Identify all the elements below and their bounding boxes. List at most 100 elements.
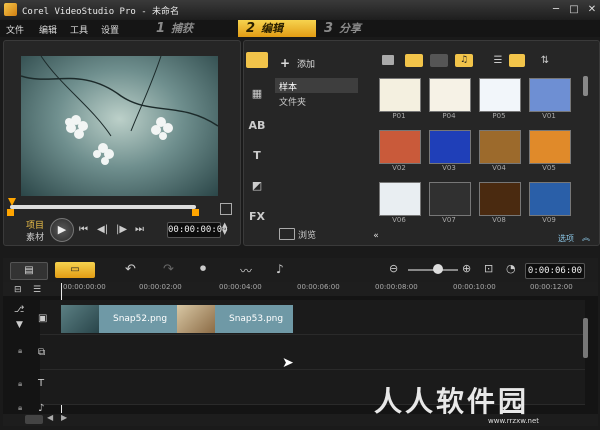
zoom-slider-thumb[interactable] [433, 264, 443, 274]
options-button[interactable]: 选项 [558, 233, 574, 244]
media-thumb-4[interactable]: V01 [529, 78, 571, 120]
next-frame-icon[interactable]: |▶ [116, 224, 127, 235]
library-scrollbar[interactable] [583, 76, 588, 96]
record-capture-icon[interactable]: ⏺ [200, 261, 206, 276]
media-thumb-6[interactable]: V03 [429, 130, 471, 172]
browse-icon[interactable] [279, 228, 295, 240]
media-thumb-3[interactable]: P05 [479, 78, 521, 120]
overlay-track[interactable] [40, 335, 585, 370]
watermark-url: www.rrzxw.net [488, 417, 540, 425]
watermark-text: 人人软件园 [374, 385, 530, 418]
menu-settings[interactable]: 设置 [101, 23, 119, 36]
timeline-scrollbar[interactable] [583, 318, 588, 358]
media-thumb-12[interactable]: V09 [529, 182, 571, 224]
show-audio-icon[interactable]: ♫ [455, 54, 473, 67]
clip-label: Snap53.png [229, 314, 284, 324]
track-manager-icon[interactable]: ⊟ [14, 285, 22, 295]
tab-share[interactable]: 3 分享 [324, 20, 404, 37]
window-title: Corel VideoStudio Pro - 未命名 [22, 7, 180, 17]
preview-image [21, 56, 218, 165]
filter-fx-icon[interactable]: FX [248, 209, 266, 225]
close-button[interactable]: ✕ [584, 4, 600, 16]
storyboard-view-icon[interactable]: ▤ [10, 262, 48, 280]
title-category-icon[interactable]: T [248, 148, 266, 164]
add-folder-label[interactable]: 添加 [297, 57, 315, 70]
scroll-right-icon[interactable]: ▶ [61, 413, 67, 422]
sound-mixer-icon[interactable]: 〰 [240, 262, 252, 279]
trim-out-handle[interactable] [192, 209, 199, 216]
media-thumb-5[interactable]: V02 [379, 130, 421, 172]
timeline-clip-1[interactable]: Snap52.png [99, 305, 177, 333]
zoom-in-icon[interactable]: ⊕ [462, 262, 471, 275]
media-thumb-8[interactable]: V05 [529, 130, 571, 172]
add-icon[interactable]: + [280, 56, 290, 70]
menu-tools[interactable]: 工具 [70, 23, 88, 36]
timecode-stepper[interactable]: ▲ ▼ [222, 222, 232, 236]
timeline-clip-2[interactable]: Snap53.png [215, 305, 293, 333]
end-icon[interactable]: ⏭ [135, 224, 144, 235]
browse-button[interactable]: 浏览 [298, 228, 316, 241]
fit-to-window-icon[interactable]: ⊡ [484, 262, 493, 275]
zoom-out-icon[interactable]: ⊖ [389, 262, 398, 275]
media-category-icon[interactable] [246, 52, 268, 68]
title-overlay-icon[interactable]: AB [248, 118, 266, 134]
clip-mode-label[interactable]: 素材 [26, 230, 44, 243]
graphic-category-icon[interactable]: ◩ [248, 178, 266, 194]
redo-icon[interactable]: ↷ [163, 262, 174, 277]
timeline-view-icon[interactable]: ▭ [55, 262, 95, 278]
tab-edit[interactable]: 2 编辑 [238, 20, 316, 37]
minimize-button[interactable]: ─ [548, 4, 564, 16]
list-view-icon[interactable]: ☰ [490, 54, 506, 67]
folder-item-samples[interactable]: 样本 [275, 78, 358, 93]
timeline-hscroll-thumb[interactable] [25, 415, 43, 424]
ripple-dropdown-icon[interactable]: ▼ [16, 320, 23, 330]
menu-file[interactable]: 文件 [6, 23, 24, 36]
show-videos-icon[interactable] [405, 54, 423, 67]
folder-icon[interactable] [382, 55, 394, 65]
undo-icon[interactable]: ↶ [125, 262, 136, 277]
thumb-image [529, 78, 571, 112]
transition-category-icon[interactable]: ▦ [248, 86, 266, 102]
media-thumb-1[interactable]: P01 [379, 78, 421, 120]
thumb-image [429, 78, 471, 112]
thumb-image [479, 130, 521, 164]
maximize-button[interactable]: □ [566, 4, 582, 16]
media-thumb-9[interactable]: V06 [379, 182, 421, 224]
title-lock-icon[interactable]: 🔒︎ [18, 379, 22, 389]
timeline-ruler[interactable]: 00:00:00:00 00:00:02:00 00:00:04:00 00:0… [3, 282, 598, 296]
media-thumb-11[interactable]: V08 [479, 182, 521, 224]
scroll-left-icon[interactable]: ◀ [47, 413, 53, 422]
ruler-tick: 00:00:12:00 [530, 283, 573, 291]
media-thumb-2[interactable]: P04 [429, 78, 471, 120]
thumb-label: P04 [442, 112, 456, 120]
preview-screen [21, 56, 218, 196]
media-thumb-10[interactable]: V07 [429, 182, 471, 224]
overlay-lock-icon[interactable]: 🔒︎ [18, 346, 22, 356]
sort-icon[interactable]: ⇅ [538, 54, 552, 67]
ruler-tick: 00:00:06:00 [297, 283, 340, 291]
ripple-edit-icon[interactable]: ⎇ [14, 305, 24, 315]
options-expand-icon[interactable]: ︽ [582, 232, 590, 243]
ruler-tick: 00:00:00:00 [63, 283, 106, 291]
preview-timecode[interactable]: 00:00:00:00 [167, 222, 228, 238]
step-tabs: 1 捕获 2 编辑 3 分享 [150, 20, 600, 37]
media-thumb-7[interactable]: V04 [479, 130, 521, 172]
home-icon[interactable]: ⏮ [79, 224, 88, 235]
split-clip-icon[interactable] [220, 203, 232, 215]
menu-edit[interactable]: 编辑 [39, 23, 57, 36]
chapter-point-icon[interactable]: ☰ [33, 285, 41, 295]
voice-lock-icon[interactable]: 🔒︎ [18, 403, 22, 413]
collapse-library-icon[interactable]: « [370, 231, 382, 241]
video-track-icon: ▣ [38, 313, 48, 324]
folder-item-folder[interactable]: 文件夹 [275, 94, 358, 108]
show-photos-icon[interactable] [430, 54, 448, 67]
scrubber-bar[interactable] [10, 205, 196, 209]
thumb-image [379, 182, 421, 216]
thumbnail-view-icon[interactable] [509, 54, 525, 67]
previous-frame-icon[interactable]: ◀| [97, 224, 108, 235]
trim-in-handle[interactable] [7, 209, 14, 216]
auto-music-icon[interactable]: ♪ [276, 262, 284, 276]
play-button[interactable]: ▶ [50, 218, 74, 242]
project-duration-icon[interactable]: ◔ [506, 262, 516, 275]
tab-capture[interactable]: 1 捕获 [156, 20, 236, 37]
